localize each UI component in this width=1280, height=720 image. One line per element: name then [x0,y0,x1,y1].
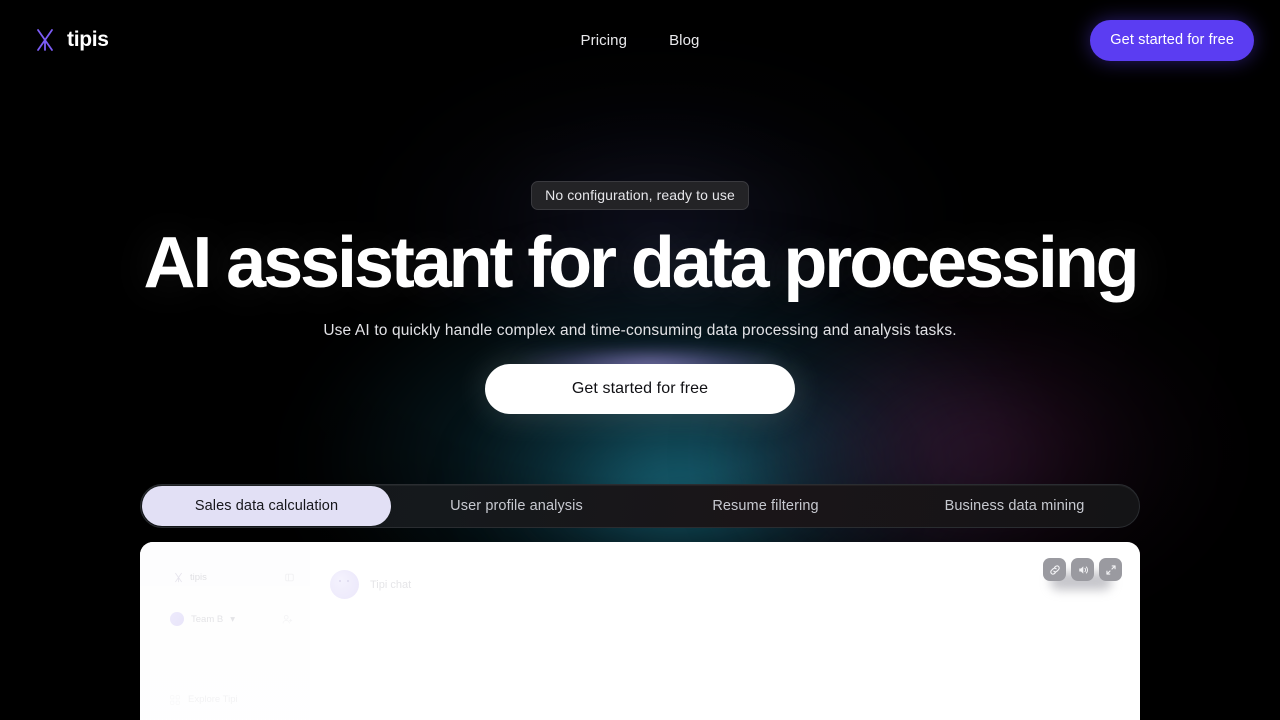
tab-sales-data-calculation[interactable]: Sales data calculation [142,486,391,526]
main-nav: Pricing Blog [0,32,1280,49]
volume-icon [1078,565,1088,574]
preview-chat-title: Tipi chat [370,578,412,591]
status-badge: No configuration, ready to use [531,181,749,210]
preview-team-selector[interactable]: Team B ▾ [170,612,235,626]
grid-icon [170,694,180,705]
copy-link-button[interactable] [1043,558,1066,581]
fullscreen-button[interactable] [1099,558,1122,581]
preview-sidebar-item-explore[interactable]: Explore Tipi [170,694,238,705]
team-avatar [170,612,184,626]
nav-link-blog[interactable]: Blog [669,32,699,49]
preview-chat-header: Tipi chat [330,570,411,599]
tipi-avatar-icon [330,570,359,599]
preview-controls [1043,558,1122,581]
add-user-icon[interactable] [282,614,293,625]
preview-brand-name: tipis [190,572,207,583]
use-case-tabs: Sales data calculation User profile anal… [140,484,1140,528]
sound-toggle-button[interactable] [1071,558,1094,581]
link-icon [1049,564,1060,575]
header-get-started-button[interactable]: Get started for free [1090,19,1254,61]
site-header: tipis Pricing Blog Get started for free [0,0,1280,80]
tipi-logo-icon [175,572,182,583]
preview-brand: tipis [173,572,207,583]
page-title: AI assistant for data processing [143,223,1139,303]
tab-resume-filtering[interactable]: Resume filtering [641,485,890,527]
preview-team-name: Team B [191,613,224,625]
hero-get-started-button[interactable]: Get started for free [485,364,795,415]
preview-sidebar-label: Explore Tipi [188,694,238,705]
chevron-down-icon: ▾ [230,613,235,625]
nav-link-pricing[interactable]: Pricing [581,32,628,49]
hero-subtitle: Use AI to quickly handle complex and tim… [323,322,957,340]
collapse-panel-icon[interactable] [285,573,294,582]
expand-icon [1105,564,1116,575]
tab-user-profile-analysis[interactable]: User profile analysis [392,485,641,527]
tab-business-data-mining[interactable]: Business data mining [890,485,1139,527]
app-preview-panel[interactable]: tipis Team B ▾ Explore Tipi New chat [140,542,1140,720]
